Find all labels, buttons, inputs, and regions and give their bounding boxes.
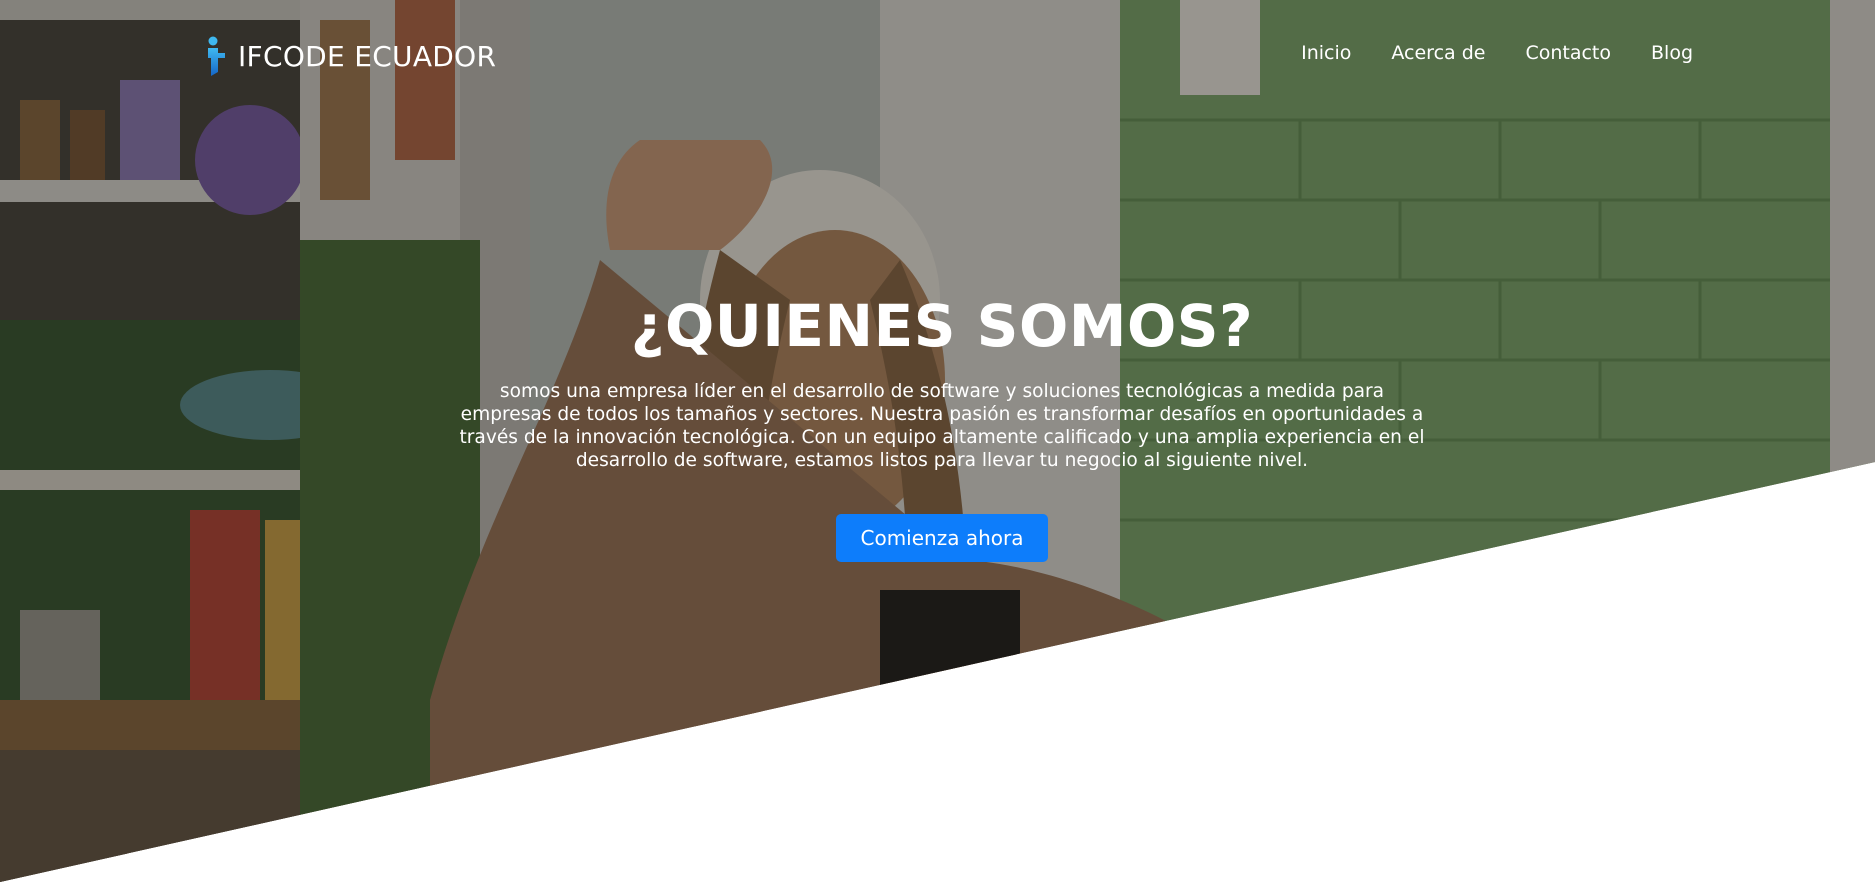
navbar: IFCODE ECUADOR Inicio Acerca de Contacto… [0, 0, 1875, 112]
cta-button[interactable]: Comienza ahora [835, 514, 1049, 562]
nav-link-contacto[interactable]: Contacto [1525, 42, 1611, 64]
nav-link-acerca-de[interactable]: Acerca de [1391, 42, 1485, 64]
hero-description: somos una empresa líder en el desarrollo… [459, 381, 1425, 471]
brand[interactable]: IFCODE ECUADOR [204, 36, 496, 76]
i-letter-logo-icon [208, 36, 225, 76]
nav-link-blog[interactable]: Blog [1651, 42, 1693, 64]
hero-content: ¿QUIENES SOMOS? somos una empresa líder … [450, 288, 1434, 562]
nav-link-inicio[interactable]: Inicio [1301, 42, 1351, 64]
brand-name: IFCODE ECUADOR [238, 39, 497, 73]
hero-title: ¿QUIENES SOMOS? [630, 292, 1254, 360]
main-nav: Inicio Acerca de Contacto Blog [1301, 42, 1693, 64]
